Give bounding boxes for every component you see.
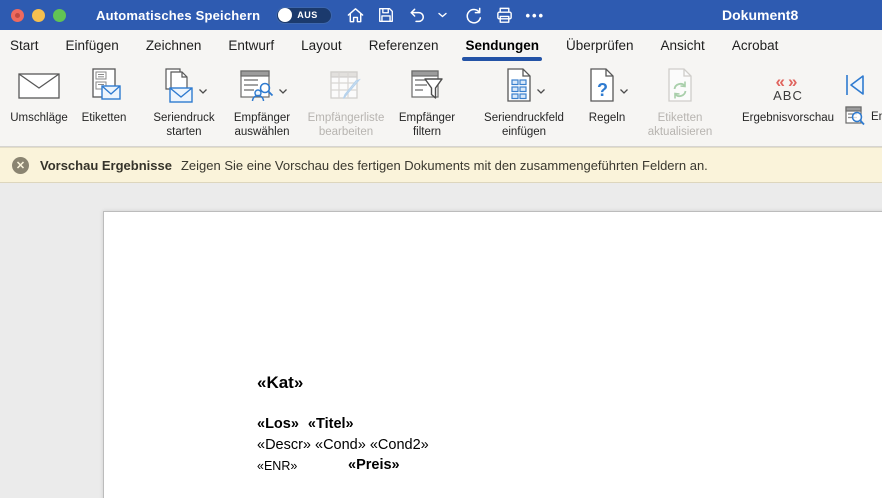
message-title: Vorschau Ergebnisse: [40, 158, 172, 173]
ergebnisvorschau-button[interactable]: «» ABC Ergebnisvorschau: [732, 64, 844, 144]
umschlaege-button[interactable]: Umschläge: [4, 64, 74, 144]
autosave-toggle-state: AUS: [297, 10, 318, 20]
autosave-toggle[interactable]: AUS: [276, 7, 332, 24]
update-labels-icon: [665, 67, 695, 110]
status-message-bar: ✕ Vorschau Ergebnisse Zeigen Sie eine Vo…: [0, 147, 882, 183]
tab-ansicht[interactable]: Ansicht: [661, 30, 705, 61]
zoom-window-button[interactable]: [53, 9, 66, 22]
dropdown-chevron-icon: [620, 81, 628, 99]
minimize-window-button[interactable]: [32, 9, 45, 22]
close-window-button[interactable]: [11, 9, 24, 22]
merge-field-enr-preis[interactable]: «ENR»«Preis»: [257, 459, 477, 473]
message-text: Zeigen Sie eine Vorschau des fertigen Do…: [181, 158, 708, 173]
autosave-toggle-knob: [278, 8, 292, 22]
edit-recipient-list-icon: [327, 68, 365, 109]
filter-recipients-icon: [408, 68, 446, 109]
merge-field-los-titel[interactable]: «Los»«Titel»: [257, 416, 354, 432]
tab-zeichnen[interactable]: Zeichnen: [146, 30, 202, 61]
seriendruck-starten-button[interactable]: Seriendruck starten: [144, 64, 224, 144]
select-recipients-icon: [238, 68, 276, 109]
labels-icon: [86, 68, 122, 109]
start-mail-merge-icon: [162, 67, 196, 110]
ribbon-tab-bar: Start Einfügen Zeichnen Entwurf Layout R…: [0, 30, 882, 61]
etiketten-button[interactable]: Etiketten: [74, 64, 134, 144]
print-icon[interactable]: [493, 4, 515, 26]
tab-start[interactable]: Start: [10, 30, 39, 61]
ribbon-group-felder: Seriendruckfeld einfügen ? Regeln: [472, 64, 722, 144]
regeln-button[interactable]: ? Regeln: [576, 64, 638, 144]
window-controls: [11, 9, 66, 22]
find-recipient-icon: [844, 105, 866, 132]
tab-sendungen[interactable]: Sendungen: [465, 30, 539, 61]
empfaenger-filtern-button[interactable]: Empfänger filtern: [392, 64, 462, 144]
merge-field-preis: «Preis»: [348, 457, 400, 473]
empfaengerliste-bearbeiten-button: Empfängerliste bearbeiten: [300, 64, 392, 144]
tab-acrobat[interactable]: Acrobat: [732, 30, 779, 61]
empfaenger-auswaehlen-button[interactable]: Empfänger auswählen: [224, 64, 300, 144]
dropdown-chevron-icon: [279, 81, 287, 99]
ribbon-group-ergebnisvorschau: «» ABC Ergebnisvorschau: [732, 64, 882, 144]
merge-field-descr-cond[interactable]: «Descr» «Cond» «Cond2»: [257, 437, 429, 453]
undo-dropdown-chevron-icon[interactable]: [431, 4, 453, 26]
tab-referenzen[interactable]: Referenzen: [369, 30, 439, 61]
tab-layout[interactable]: Layout: [301, 30, 342, 61]
preview-results-icon: «» ABC: [773, 75, 803, 103]
redo-icon[interactable]: [462, 4, 484, 26]
seriendruckfeld-einfuegen-button[interactable]: Seriendruckfeld einfügen: [472, 64, 576, 144]
more-commands-icon[interactable]: •••: [524, 4, 546, 26]
insert-merge-field-icon: [504, 67, 534, 110]
dropdown-chevron-icon: [537, 81, 545, 99]
rules-icon: ?: [587, 67, 617, 110]
dropdown-chevron-icon: [199, 81, 207, 99]
merge-field-kat[interactable]: «Kat»: [257, 373, 303, 393]
document-page[interactable]: [103, 211, 882, 498]
empfaenger-suchen-button[interactable]: Empfänger suchen: [844, 105, 882, 131]
document-canvas: «Kat» «Los»«Titel» «Descr» «Cond» «Cond2…: [0, 183, 882, 498]
home-icon[interactable]: [344, 4, 366, 26]
etiketten-aktualisieren-button: Etiketten aktualisieren: [638, 64, 722, 144]
tab-entwurf[interactable]: Entwurf: [228, 30, 274, 61]
autosave-label: Automatisches Speichern: [96, 8, 260, 23]
ribbon-group-erstellen: Umschläge Etiketten: [4, 64, 134, 144]
record-navigation: Empfänger suchen: [844, 64, 882, 144]
title-bar: Automatisches Speichern AUS: [0, 0, 882, 30]
envelope-icon: [17, 72, 61, 105]
document-title: Dokument8: [722, 0, 798, 30]
first-record-icon[interactable]: [844, 73, 866, 102]
tab-ueberpruefen[interactable]: Überprüfen: [566, 30, 634, 61]
ribbon-group-seriendruck-starten: Seriendruck starten: [144, 64, 462, 144]
ribbon: Umschläge Etiketten: [0, 61, 882, 147]
tab-einfuegen[interactable]: Einfügen: [66, 30, 119, 61]
svg-text:?: ?: [597, 80, 608, 100]
dismiss-message-icon[interactable]: ✕: [12, 157, 29, 174]
save-icon[interactable]: [375, 4, 397, 26]
undo-icon[interactable]: [406, 4, 428, 26]
